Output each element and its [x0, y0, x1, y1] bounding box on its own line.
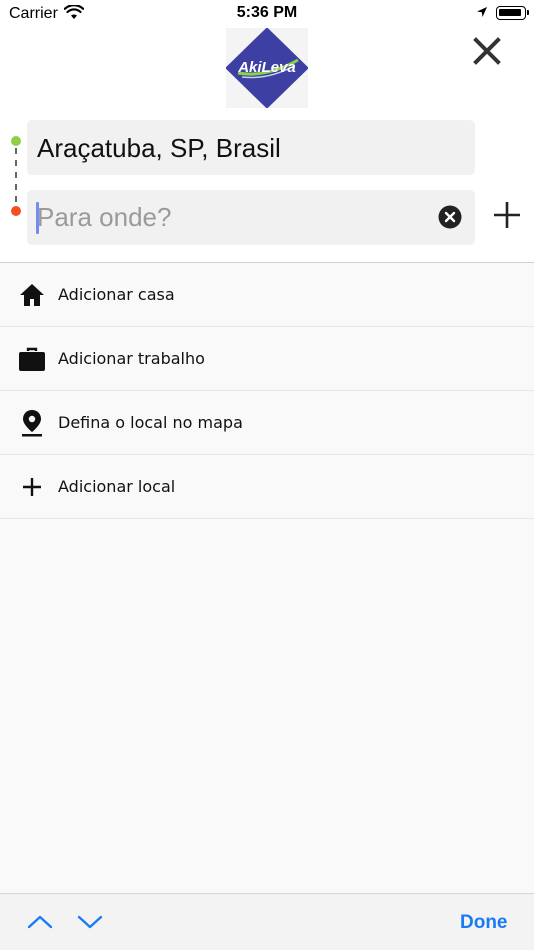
status-time: 5:36 PM [236, 4, 298, 21]
home-icon [20, 284, 44, 306]
akileva-logo: AkiLeva [226, 28, 308, 108]
route-header: AkiLeva Araçatuba, SP, Brasil [0, 28, 534, 262]
text-cursor [36, 202, 39, 234]
origin-dot [11, 136, 21, 146]
chevron-up-icon[interactable] [26, 911, 54, 933]
route-connector [11, 136, 21, 216]
location-arrow-icon [477, 7, 487, 17]
list-item-label: Defina o local no mapa [58, 413, 243, 432]
svg-text:AkiLeva: AkiLeva [237, 59, 296, 76]
briefcase-icon [19, 347, 45, 371]
destination-dot [11, 206, 21, 216]
chevron-down-icon[interactable] [76, 911, 104, 933]
list-item-label: Adicionar trabalho [58, 349, 205, 368]
clear-icon[interactable] [438, 205, 462, 229]
destination-input[interactable] [37, 198, 429, 236]
list-item-label: Adicionar local [58, 477, 176, 496]
list-item-add-work[interactable]: Adicionar trabalho [0, 327, 534, 391]
list-item-label: Adicionar casa [58, 285, 175, 304]
plus-icon [23, 478, 41, 496]
close-icon[interactable] [470, 34, 504, 68]
done-button[interactable]: Done [460, 912, 508, 934]
list-item-add-place[interactable]: Adicionar local [0, 455, 534, 519]
add-stop-icon[interactable] [492, 200, 522, 230]
map-pin-icon [22, 410, 42, 437]
destination-field[interactable] [27, 190, 475, 245]
shortcut-list: Adicionar casa Adicionar trabalho Defina… [0, 263, 534, 519]
list-item-set-on-map[interactable]: Defina o local no mapa [0, 391, 534, 455]
list-item-add-home[interactable]: Adicionar casa [0, 263, 534, 327]
keyboard-toolbar: Done [0, 893, 534, 950]
battery-icon [496, 6, 529, 20]
status-bar: Carrier 5:36 PM [0, 0, 534, 28]
origin-field[interactable]: Araçatuba, SP, Brasil [27, 120, 475, 175]
origin-value: Araçatuba, SP, Brasil [37, 133, 281, 163]
